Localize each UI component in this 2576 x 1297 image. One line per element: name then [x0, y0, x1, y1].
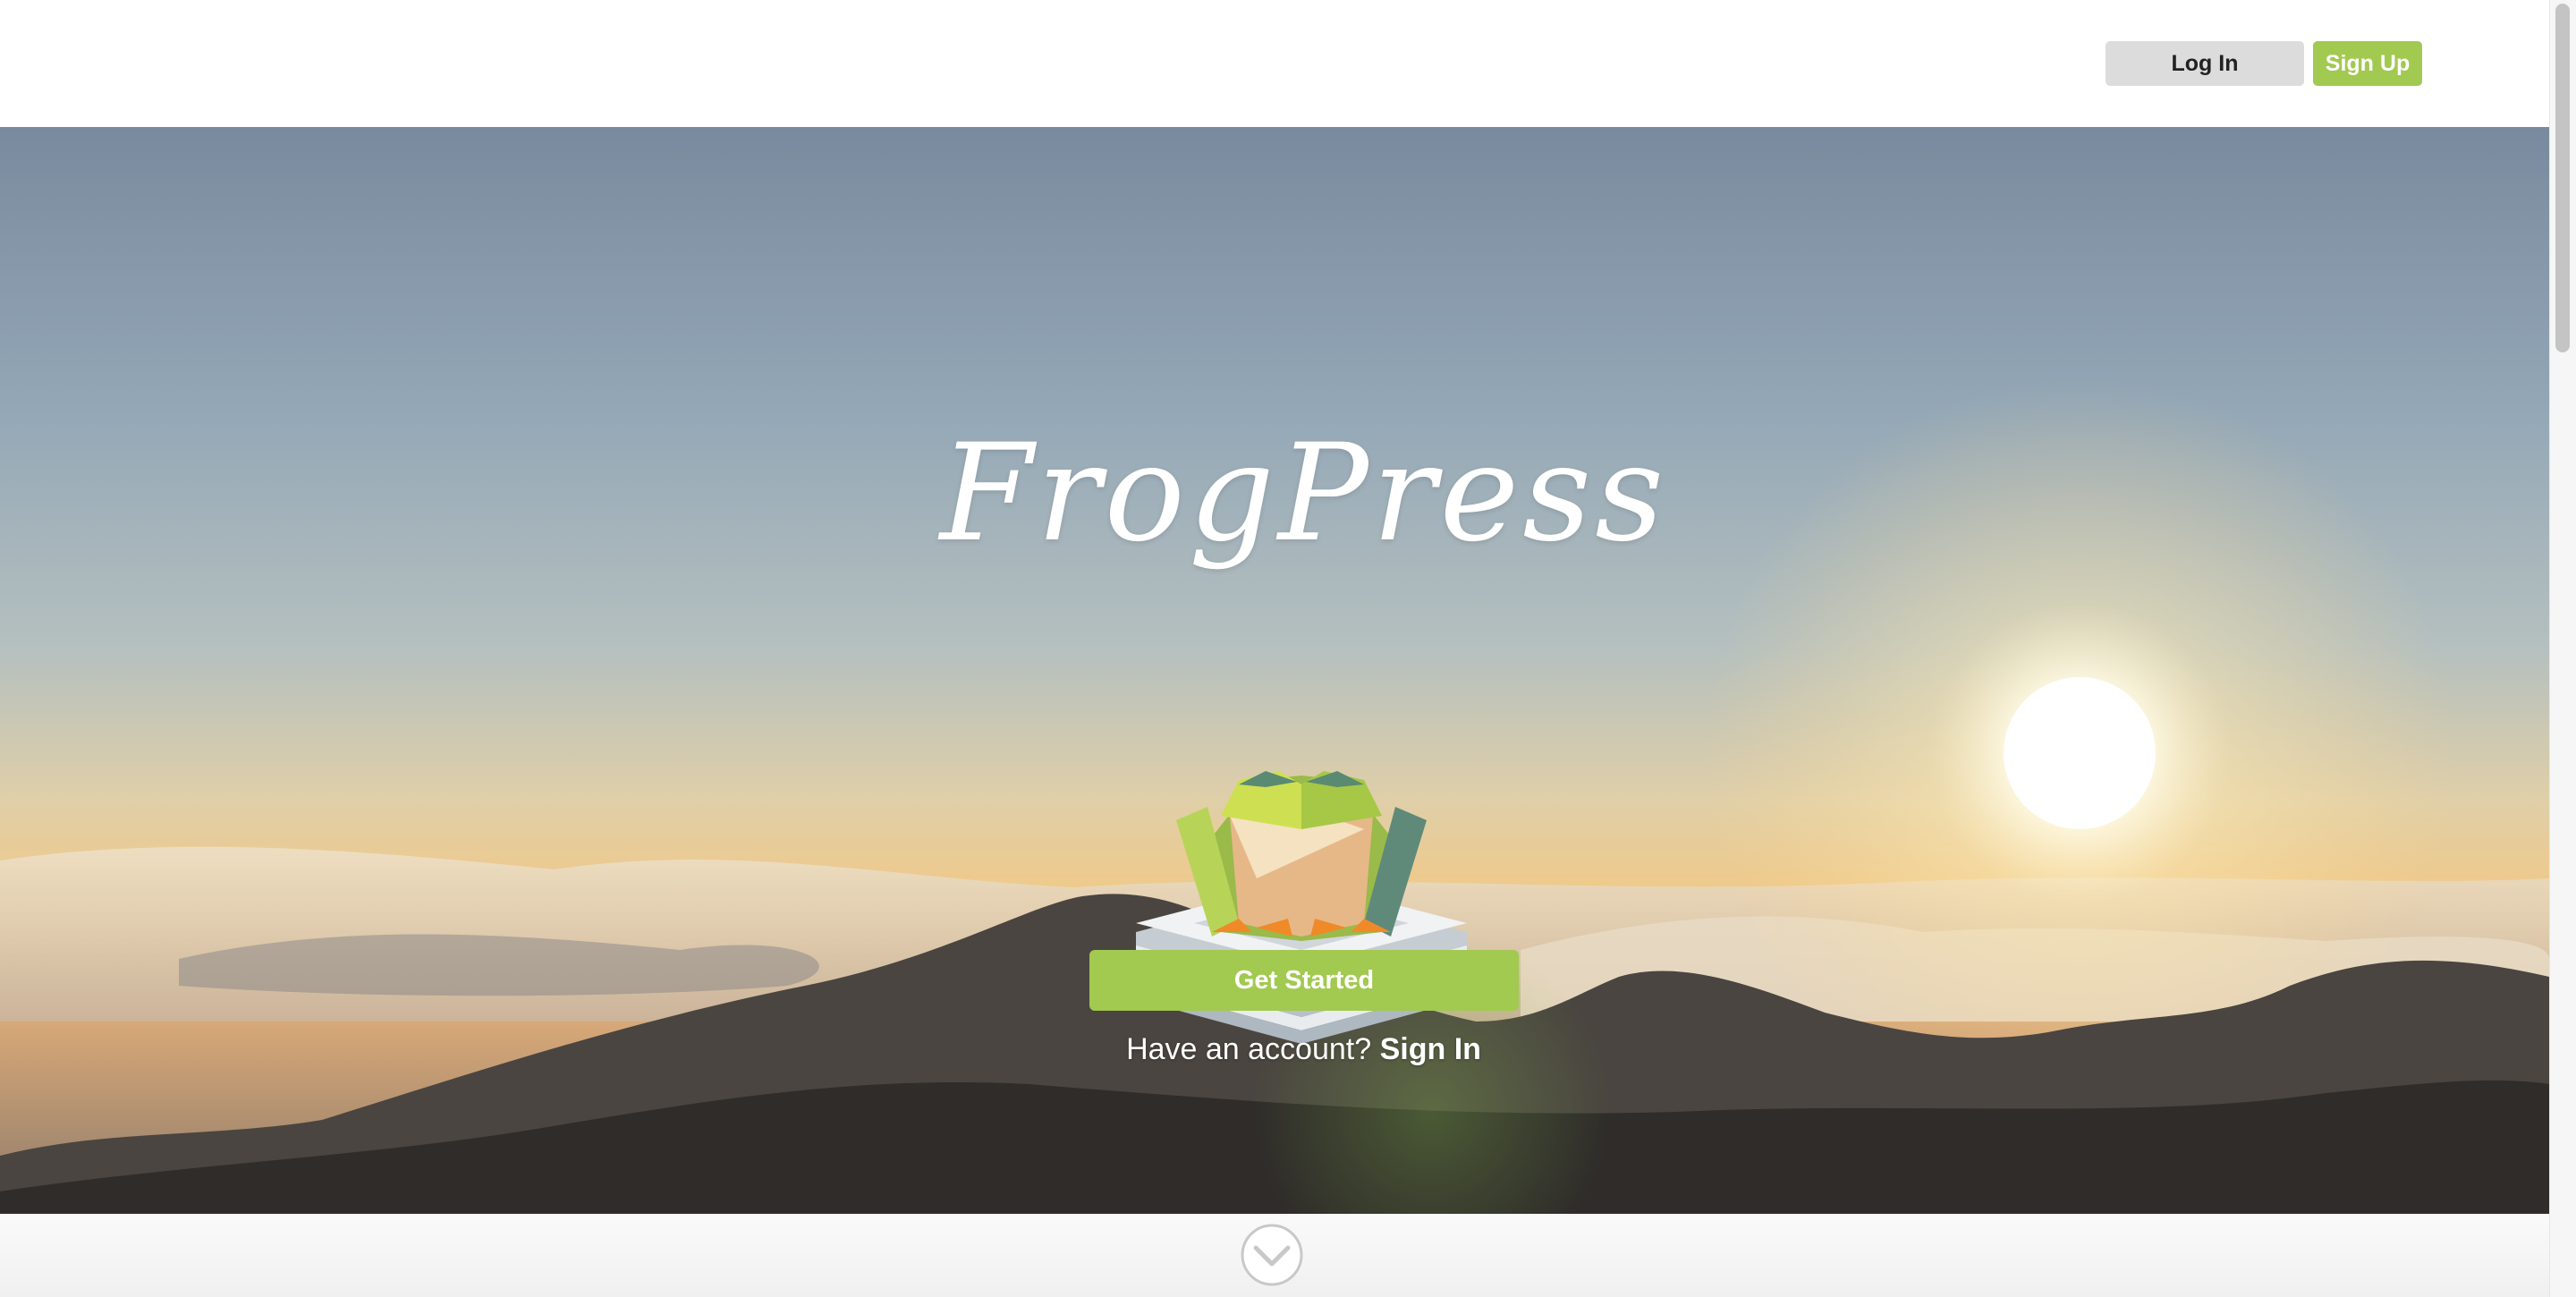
top-bar: Log In Sign Up — [0, 0, 2549, 127]
scrollbar-thumb[interactable] — [2555, 4, 2570, 352]
signin-link[interactable]: Sign In — [1380, 1032, 1481, 1066]
account-prompt-text: Have an account? — [1126, 1032, 1372, 1066]
brand-logo-text: FrogPress — [939, 416, 1668, 572]
account-prompt: Have an account? Sign In — [0, 1032, 2549, 1067]
get-started-button[interactable]: Get Started — [1089, 950, 1519, 1011]
bottom-band — [0, 1214, 2549, 1297]
hero-section: FrogPress Get Started Have an account? S… — [0, 127, 2549, 1214]
signup-button[interactable]: Sign Up — [2313, 41, 2422, 86]
vertical-scrollbar[interactable] — [2549, 0, 2576, 1297]
login-button[interactable]: Log In — [2106, 41, 2304, 86]
chevron-down-icon[interactable] — [1240, 1223, 1304, 1287]
